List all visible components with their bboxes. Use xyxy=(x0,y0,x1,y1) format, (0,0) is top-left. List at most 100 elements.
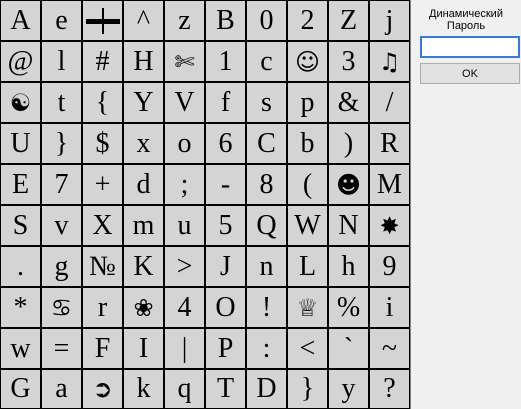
key-cancer-sign-icon[interactable]: ♋ xyxy=(42,288,81,327)
key-scissors-icon[interactable]: ✄ xyxy=(165,42,204,81)
key-cell[interactable]: + xyxy=(83,165,122,204)
key-cell[interactable]: A xyxy=(1,1,40,40)
key-cell[interactable]: s xyxy=(247,83,286,122)
key-cell[interactable]: & xyxy=(329,83,368,122)
key-cell[interactable]: Z xyxy=(329,1,368,40)
key-cell[interactable]: f xyxy=(206,83,245,122)
key-cell[interactable]: 8 xyxy=(247,165,286,204)
key-cell[interactable]: - xyxy=(206,165,245,204)
password-input[interactable] xyxy=(420,36,520,58)
key-cell[interactable]: 6 xyxy=(206,124,245,163)
key-cell[interactable]: > xyxy=(165,247,204,286)
key-cell[interactable]: t xyxy=(42,83,81,122)
key-cell[interactable]: H xyxy=(124,42,163,81)
key-music-notes-icon[interactable]: ♫ xyxy=(370,42,409,81)
key-cell[interactable]: 5 xyxy=(206,206,245,245)
key-cell[interactable]: { xyxy=(83,83,122,122)
key-cell[interactable]: E xyxy=(1,165,40,204)
key-cell[interactable]: 2 xyxy=(288,1,327,40)
key-cell[interactable]: I xyxy=(124,329,163,368)
key-cell[interactable]: K xyxy=(124,247,163,286)
key-flower-icon[interactable]: ❀ xyxy=(124,288,163,327)
key-cell[interactable]: / xyxy=(370,83,409,122)
key-cell[interactable]: 9 xyxy=(370,247,409,286)
key-cell[interactable]: F xyxy=(83,329,122,368)
key-cell[interactable]: n xyxy=(247,247,286,286)
key-cell[interactable]: h xyxy=(329,247,368,286)
key-cell[interactable]: M xyxy=(370,165,409,204)
key-cell[interactable]: B xyxy=(206,1,245,40)
key-cell[interactable]: ~ xyxy=(370,329,409,368)
key-cell[interactable]: T xyxy=(206,370,245,408)
key-cell[interactable]: e xyxy=(42,1,81,40)
key-cell[interactable]: * xyxy=(1,288,40,327)
key-cell[interactable]: q xyxy=(165,370,204,408)
key-cell[interactable]: $ xyxy=(83,124,122,163)
key-cell[interactable]: r xyxy=(83,288,122,327)
key-cell[interactable]: d xyxy=(124,165,163,204)
key-cell[interactable]: y xyxy=(329,370,368,408)
key-cell[interactable]: ( xyxy=(288,165,327,204)
key-cell[interactable]: j xyxy=(370,1,409,40)
key-cell[interactable]: № xyxy=(83,247,122,286)
key-cell[interactable]: R xyxy=(370,124,409,163)
key-cell[interactable]: X xyxy=(83,206,122,245)
key-cell[interactable]: N xyxy=(329,206,368,245)
key-cell[interactable]: J xyxy=(206,247,245,286)
key-cell[interactable]: G xyxy=(1,370,40,408)
key-smiley-filled-icon[interactable]: ☻ xyxy=(329,165,368,204)
key-smiley-outline-icon[interactable]: ☺ xyxy=(288,42,327,81)
key-cell[interactable]: # xyxy=(83,42,122,81)
ok-button[interactable]: OK xyxy=(420,63,520,84)
key-crossbar-icon[interactable] xyxy=(83,1,122,40)
key-cell[interactable]: 0 xyxy=(247,1,286,40)
key-crown-icon[interactable]: ♕ xyxy=(288,288,327,327)
key-cell[interactable]: C xyxy=(247,124,286,163)
key-cell[interactable]: : xyxy=(247,329,286,368)
key-cell[interactable]: . xyxy=(1,247,40,286)
key-cell[interactable]: L xyxy=(288,247,327,286)
key-cell[interactable]: ` xyxy=(329,329,368,368)
key-cell[interactable]: ^ xyxy=(124,1,163,40)
key-cell[interactable]: o xyxy=(165,124,204,163)
key-cell[interactable]: c xyxy=(247,42,286,81)
key-cell[interactable]: 7 xyxy=(42,165,81,204)
key-cell[interactable]: Q xyxy=(247,206,286,245)
key-cell[interactable]: 4 xyxy=(165,288,204,327)
key-cell[interactable]: m xyxy=(124,206,163,245)
key-cell[interactable]: Y xyxy=(124,83,163,122)
key-cell[interactable]: = xyxy=(42,329,81,368)
key-cell[interactable]: W xyxy=(288,206,327,245)
key-cell[interactable]: O xyxy=(206,288,245,327)
key-cell[interactable]: a xyxy=(42,370,81,408)
key-cell[interactable]: | xyxy=(165,329,204,368)
key-cell[interactable]: S xyxy=(1,206,40,245)
key-cell[interactable]: ) xyxy=(329,124,368,163)
key-arrow-circle-icon[interactable]: ➲ xyxy=(83,370,122,408)
key-cell[interactable]: x xyxy=(124,124,163,163)
key-cell[interactable]: z xyxy=(165,1,204,40)
key-cell[interactable]: w xyxy=(1,329,40,368)
key-cell[interactable]: 1 xyxy=(206,42,245,81)
key-cell[interactable]: V xyxy=(165,83,204,122)
key-cell[interactable]: D xyxy=(247,370,286,408)
key-yin-yang-icon[interactable]: ☯ xyxy=(1,83,40,122)
key-cell[interactable]: i xyxy=(370,288,409,327)
key-cell[interactable]: u xyxy=(165,206,204,245)
key-cell[interactable]: p xyxy=(288,83,327,122)
key-cell[interactable]: @ xyxy=(1,42,40,81)
key-cell[interactable]: < xyxy=(288,329,327,368)
key-cell[interactable]: U xyxy=(1,124,40,163)
key-cell[interactable]: } xyxy=(42,124,81,163)
key-cell[interactable]: ; xyxy=(165,165,204,204)
key-cell[interactable]: k xyxy=(124,370,163,408)
key-cell[interactable]: } xyxy=(288,370,327,408)
key-cell[interactable]: v xyxy=(42,206,81,245)
key-cell[interactable]: l xyxy=(42,42,81,81)
key-cell[interactable]: % xyxy=(329,288,368,327)
key-cell[interactable]: b xyxy=(288,124,327,163)
key-star-burst-icon[interactable]: ✸ xyxy=(370,206,409,245)
key-cell[interactable]: 3 xyxy=(329,42,368,81)
key-cell[interactable]: ! xyxy=(247,288,286,327)
key-cell[interactable]: P xyxy=(206,329,245,368)
